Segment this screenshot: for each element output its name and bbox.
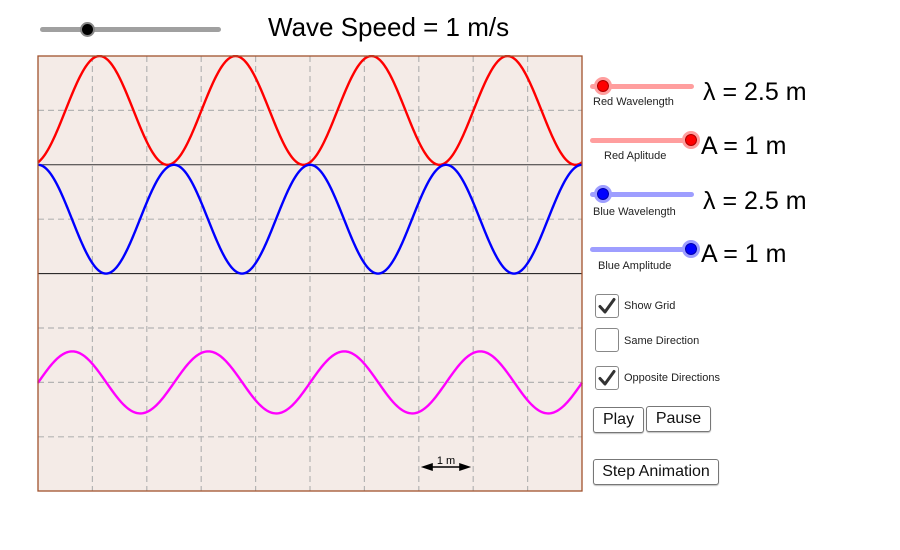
blue-amplitude-slider-knob[interactable] [682, 240, 700, 258]
step-animation-button[interactable]: Step Animation [593, 459, 719, 485]
play-button[interactable]: Play [593, 407, 644, 433]
blue-wavelength-caption: Blue Wavelength [593, 206, 676, 218]
red-wavelength-slider-knob[interactable] [593, 77, 612, 95]
wave-speed-slider-track[interactable] [40, 27, 221, 32]
blue-wavelength-readout: λ = 2.5 m [703, 187, 807, 215]
red-amplitude-slider-knob[interactable] [682, 131, 700, 149]
opposite-directions-checkbox[interactable] [595, 366, 619, 390]
blue-amplitude-readout: A = 1 m [701, 240, 787, 268]
red-wavelength-caption: Red Wavelength [593, 96, 674, 108]
blue-amplitude-slider-track[interactable] [590, 247, 694, 252]
same-direction-label: Same Direction [624, 335, 700, 347]
checkmark-icon [598, 298, 616, 314]
red-amplitude-slider-track[interactable] [590, 138, 694, 143]
red-wavelength-readout: λ = 2.5 m [703, 78, 807, 106]
scale-bar-label: 1 m [437, 455, 455, 467]
blue-amplitude-caption: Blue Amplitude [598, 260, 672, 272]
pause-button[interactable]: Pause [646, 406, 711, 432]
wave-plot: 1 m [37, 55, 583, 492]
red-amplitude-caption: Red Aplitude [604, 150, 667, 162]
wave-speed-label: Wave Speed = 1 m/s [268, 12, 510, 42]
show-grid-checkbox[interactable] [595, 294, 619, 318]
wave-speed-slider-knob[interactable] [80, 22, 95, 37]
red-amplitude-readout: A = 1 m [701, 132, 787, 160]
show-grid-label: Show Grid [624, 300, 676, 312]
blue-wavelength-slider-knob[interactable] [593, 185, 612, 203]
checkmark-icon [598, 370, 616, 386]
same-direction-checkbox[interactable] [595, 328, 619, 352]
opposite-directions-label: Opposite Directions [624, 372, 720, 384]
